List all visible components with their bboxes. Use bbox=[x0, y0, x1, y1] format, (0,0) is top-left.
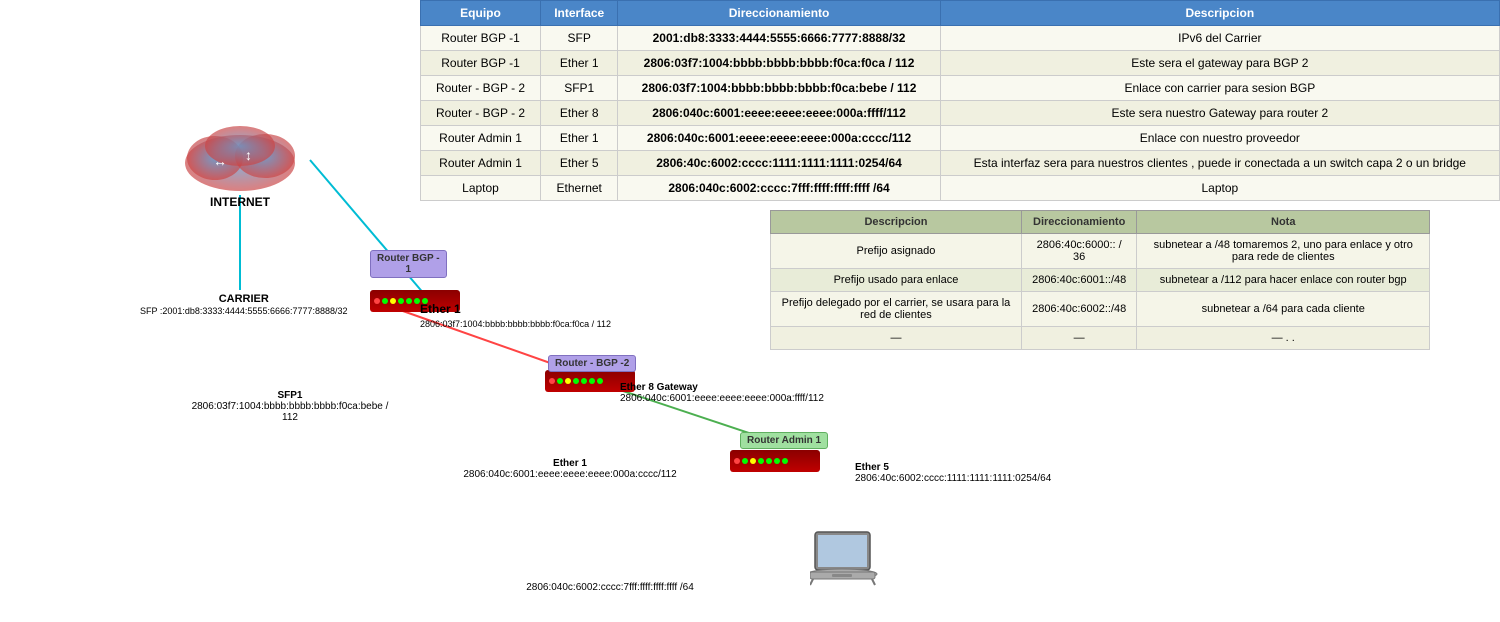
cell-descripcion: Enlace con carrier para sesion BGP bbox=[940, 76, 1499, 101]
router-admin1-ether5-label: Ether 5 2806:40c:6002:cccc:1111:1111:111… bbox=[855, 462, 1055, 484]
info-table-row: — — — . . bbox=[771, 327, 1430, 350]
col-header-descripcion: Descripcion bbox=[940, 1, 1499, 26]
info-cell-descripcion: Prefijo delegado por el carrier, se usar… bbox=[771, 292, 1022, 327]
svg-text:↔: ↔ bbox=[213, 153, 227, 169]
router-bgp2-ether8-label: Ether 8 Gateway 2806:040c:6001:eeee:eeee… bbox=[620, 382, 840, 404]
router-bgp1-label: Router BGP -1 bbox=[370, 250, 447, 278]
info-col-nota: Nota bbox=[1137, 211, 1430, 234]
cell-descripcion: Esta interfaz sera para nuestros cliente… bbox=[940, 151, 1499, 176]
info-cell-direccionamiento: — bbox=[1021, 327, 1137, 350]
info-cell-nota: subnetear a /64 para cada cliente bbox=[1137, 292, 1430, 327]
router-bgp2-sfp1-label: SFP1 2806:03f7:1004:bbbb:bbbb:bbbb:f0ca:… bbox=[190, 390, 390, 423]
internet-cloud: ↔ ↕ INTERNET bbox=[175, 108, 305, 209]
info-cell-direccionamiento: 2806:40c:6000:: / 36 bbox=[1021, 234, 1137, 269]
router-admin1-device bbox=[730, 450, 820, 472]
network-diagram: ↔ ↕ INTERNET CARRIER SFP :2001:db8:3333:… bbox=[0, 0, 760, 622]
info-cell-descripcion: Prefijo usado para enlace bbox=[771, 269, 1022, 292]
carrier-sfp-text: SFP :2001:db8:3333:4444:5555:6666:7777:8… bbox=[140, 306, 348, 316]
info-cell-nota: subnetear a /112 para hacer enlace con r… bbox=[1137, 269, 1430, 292]
cell-descripcion: Este sera nuestro Gateway para router 2 bbox=[940, 101, 1499, 126]
cell-descripcion: Laptop bbox=[940, 176, 1499, 201]
laptop-ip-label: 2806:040c:6002:cccc:7fff:ffff:ffff:ffff … bbox=[460, 582, 760, 593]
svg-text:↕: ↕ bbox=[245, 147, 252, 163]
info-cell-direccionamiento: 2806:40c:6002::/48 bbox=[1021, 292, 1137, 327]
laptop-icon bbox=[810, 530, 890, 595]
cell-descripcion: IPv6 del Carrier bbox=[940, 26, 1499, 51]
info-cell-nota: subnetear a /48 tomaremos 2, uno para en… bbox=[1137, 234, 1430, 269]
carrier-label: CARRIER SFP :2001:db8:3333:4444:5555:666… bbox=[140, 293, 348, 317]
info-cell-descripcion: — bbox=[771, 327, 1022, 350]
info-cell-nota: — . . bbox=[1137, 327, 1430, 350]
info-table-row: Prefijo asignado 2806:40c:6000:: / 36 su… bbox=[771, 234, 1430, 269]
router-admin1-ether1-label: Ether 1 2806:040c:6001:eeee:eeee:eeee:00… bbox=[460, 458, 680, 480]
info-cell-descripcion: Prefijo asignado bbox=[771, 234, 1022, 269]
router-bgp2-label: Router - BGP -2 bbox=[548, 355, 636, 372]
router-bgp1-ether1-label: Ether 1 2806:03f7:1004:bbbb:bbbb:bbbb:f0… bbox=[420, 302, 700, 330]
info-table: Descripcion Direccionamiento Nota Prefij… bbox=[770, 210, 1430, 350]
info-col-descripcion: Descripcion bbox=[771, 211, 1022, 234]
router-bgp1-ether1-ip: 2806:03f7:1004:bbbb:bbbb:bbbb:f0ca:f0ca … bbox=[420, 319, 611, 329]
info-table-row: Prefijo delegado por el carrier, se usar… bbox=[771, 292, 1430, 327]
info-table-row: Prefijo usado para enlace 2806:40c:6001:… bbox=[771, 269, 1430, 292]
cell-descripcion: Este sera el gateway para BGP 2 bbox=[940, 51, 1499, 76]
router-admin1-label: Router Admin 1 bbox=[740, 432, 828, 449]
info-col-direccionamiento: Direccionamiento bbox=[1021, 211, 1137, 234]
cell-descripcion: Enlace con nuestro proveedor bbox=[940, 126, 1499, 151]
info-cell-direccionamiento: 2806:40c:6001::/48 bbox=[1021, 269, 1137, 292]
